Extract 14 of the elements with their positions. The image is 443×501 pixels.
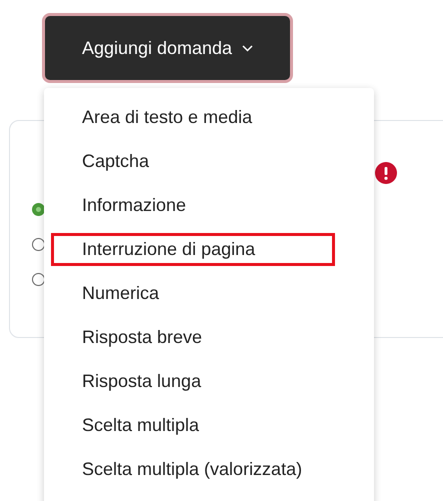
radio-button[interactable] — [32, 203, 45, 216]
chevron-down-icon — [242, 44, 254, 52]
radio-button[interactable] — [32, 273, 45, 286]
menu-item[interactable]: Informazione — [51, 189, 335, 222]
menu-item[interactable]: Scelta multipla (valorizzata) — [51, 453, 335, 486]
menu-item[interactable]: Numerica — [51, 277, 335, 310]
add-question-button[interactable]: Aggiungi domanda — [42, 13, 293, 83]
menu-item[interactable]: Area di testo e media — [51, 101, 335, 134]
menu-item[interactable]: Risposta lunga — [51, 365, 335, 398]
menu-item[interactable]: Scelta multipla — [51, 409, 335, 442]
menu-item[interactable]: Interruzione di pagina — [51, 233, 335, 266]
menu-item[interactable]: Captcha — [51, 145, 335, 178]
menu-item[interactable]: Risposta breve — [51, 321, 335, 354]
radio-button[interactable] — [32, 238, 45, 251]
